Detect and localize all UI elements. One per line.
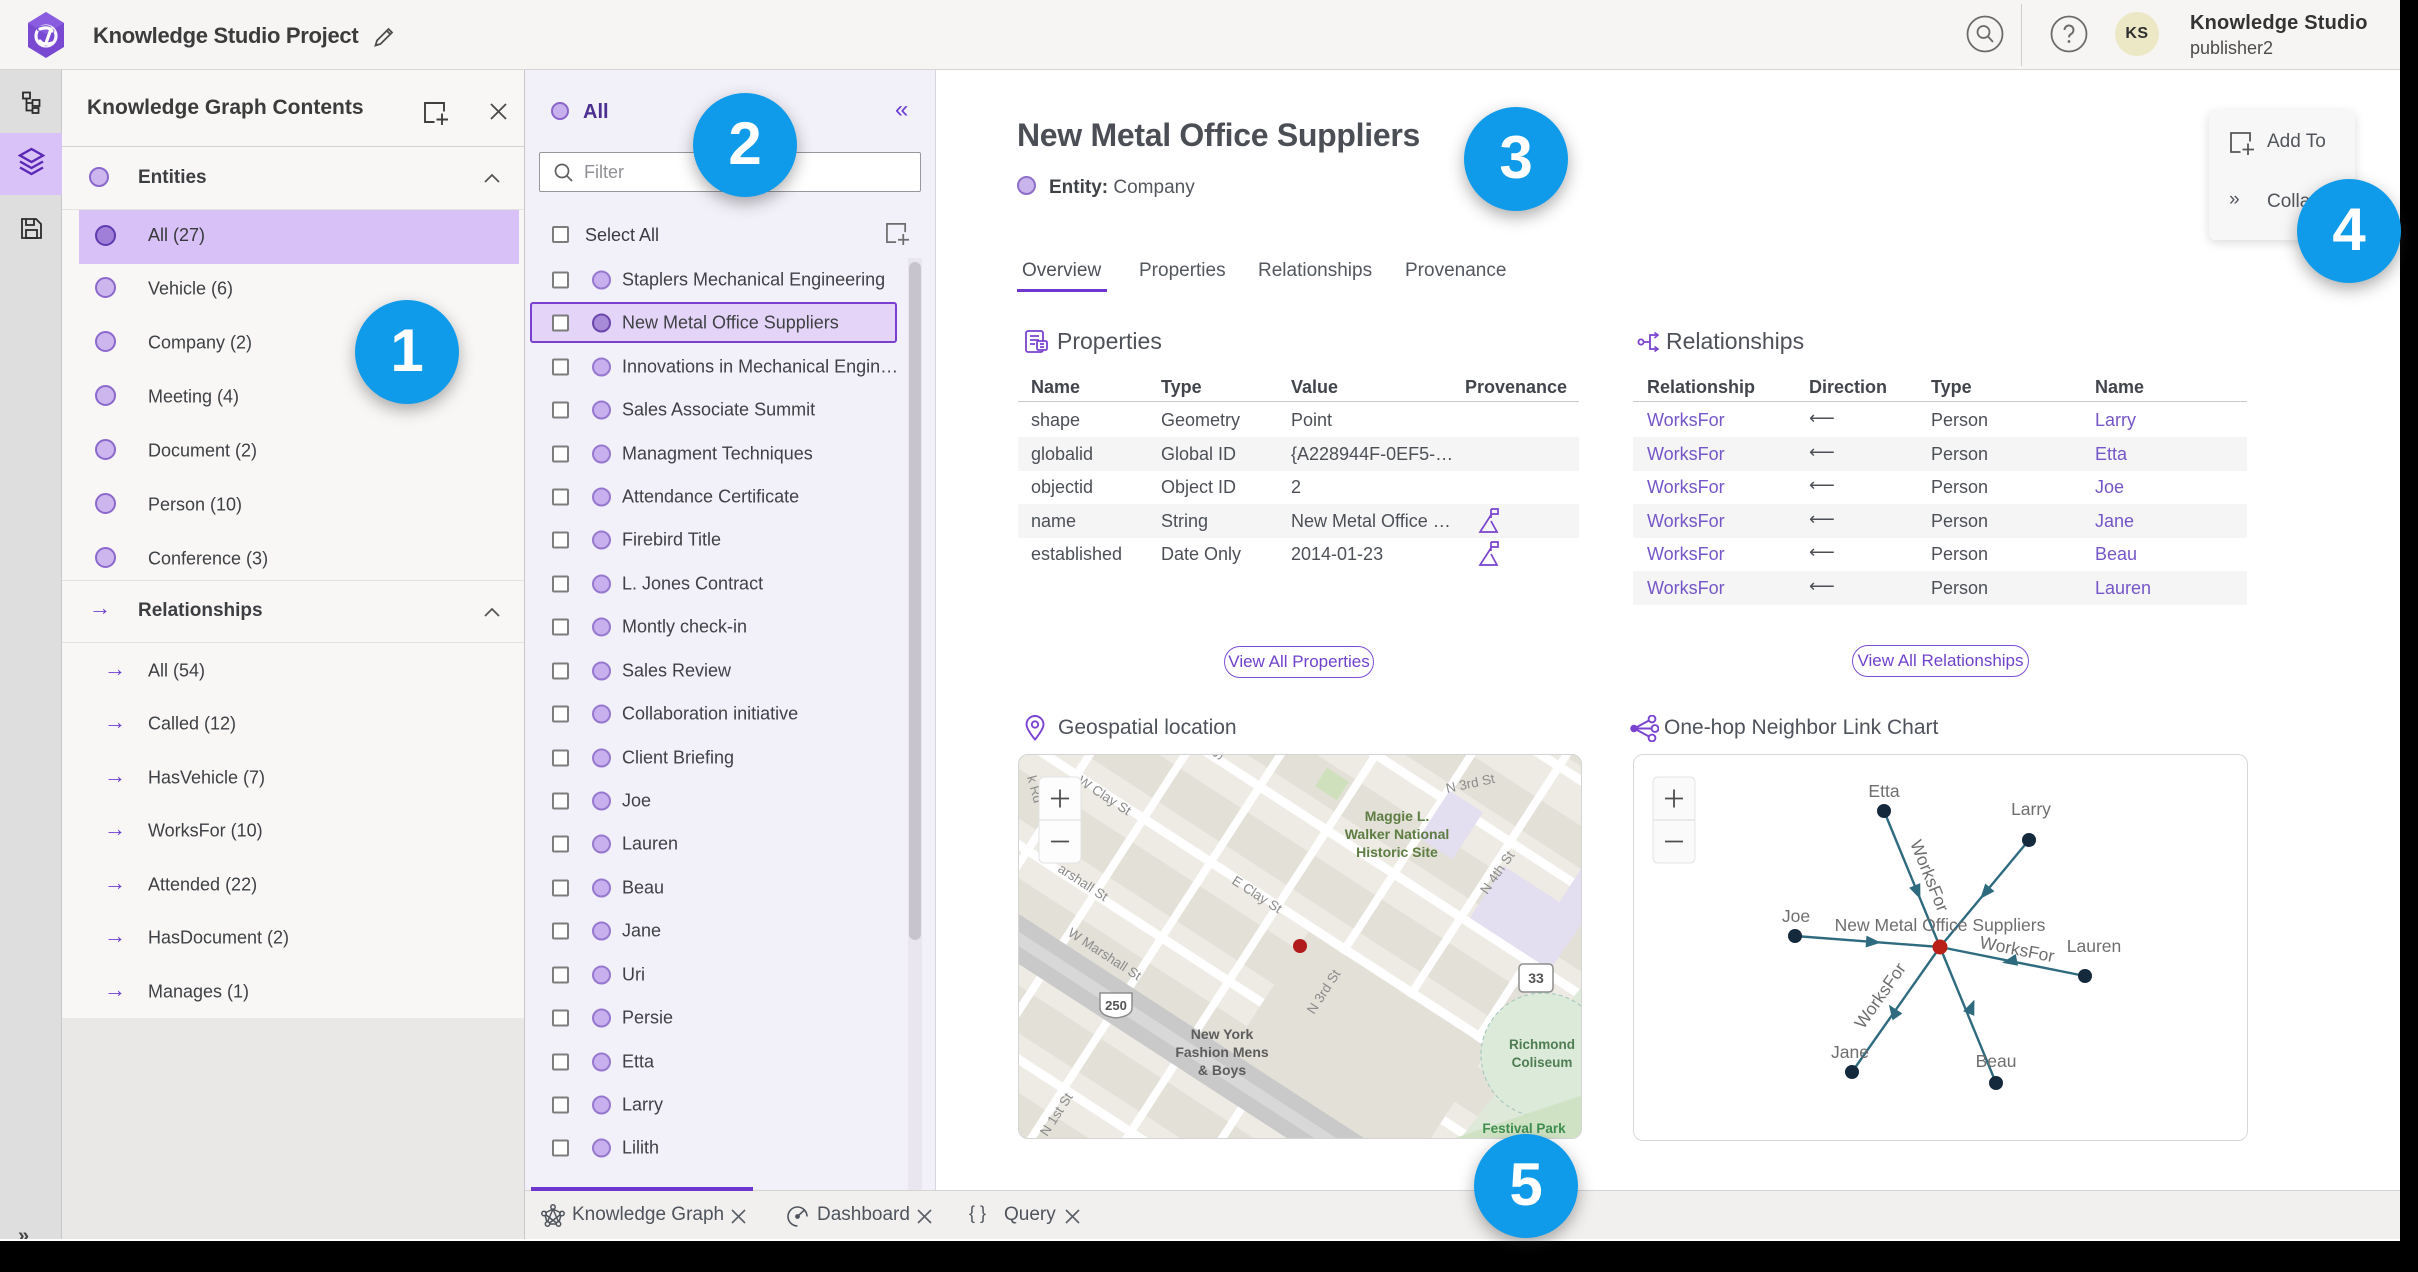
svg-text:Richmond: Richmond [1509,1037,1575,1052]
svg-text:Fashion Mens: Fashion Mens [1175,1044,1269,1060]
svg-text:New York: New York [1191,1026,1254,1042]
svg-text:Larry: Larry [2011,799,2051,819]
svg-text:Historic Site: Historic Site [1356,844,1438,860]
svg-text:& Boys: & Boys [1198,1062,1246,1078]
svg-text:WorksFor: WorksFor [1850,959,1910,1032]
svg-text:Walker National: Walker National [1345,826,1450,842]
svg-text:WorksFor: WorksFor [1978,932,2056,966]
svg-text:Coliseum: Coliseum [1512,1055,1573,1070]
svg-text:Beau: Beau [1976,1051,2017,1071]
svg-text:250: 250 [1105,998,1127,1013]
svg-text:Joe: Joe [1782,906,1810,926]
svg-text:Etta: Etta [1868,781,1899,801]
svg-text:Maggie L.: Maggie L. [1365,808,1430,824]
svg-text:33: 33 [1528,970,1544,986]
svg-text:Lauren: Lauren [2067,936,2122,956]
svg-text:New Metal Office Suppliers: New Metal Office Suppliers [1835,915,2046,935]
svg-text:Jane: Jane [1831,1042,1869,1062]
svg-text:WorksFor: WorksFor [1906,837,1953,915]
